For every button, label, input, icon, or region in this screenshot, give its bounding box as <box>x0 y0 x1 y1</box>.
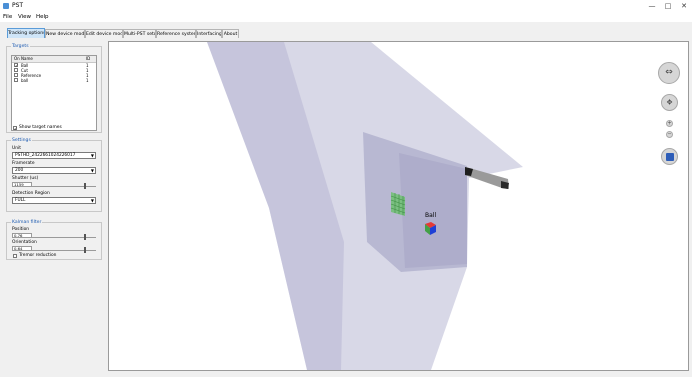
column-name[interactable]: Name <box>21 56 33 62</box>
title-bar: PST — □ ✕ <box>0 0 692 12</box>
targets-table-header: On Name ID <box>12 56 96 63</box>
detection-region-dropdown[interactable]: FULL ▼ <box>12 197 96 204</box>
target-id: 1 <box>86 78 89 83</box>
show-target-names-label: Show target names <box>19 125 62 130</box>
target-enabled-checkbox[interactable]: ✓ <box>14 63 18 68</box>
framerate-value: 200 <box>15 168 24 173</box>
target-enabled-checkbox[interactable] <box>14 78 18 82</box>
tab-multi-pst-setup[interactable]: Multi-PST setup <box>123 29 156 38</box>
position-slider[interactable]: 0.76 <box>12 233 96 240</box>
menu-file[interactable]: File <box>3 13 12 21</box>
rotate-view-button[interactable]: ⇔ <box>658 62 680 84</box>
menu-bar: File View Help <box>0 12 692 22</box>
show-target-names-checkbox[interactable]: ✓ <box>13 126 17 131</box>
table-row[interactable]: ball 1 <box>12 78 96 83</box>
shutter-value[interactable]: 1159 <box>12 182 32 187</box>
tab-edit-device-model[interactable]: Edit device model <box>85 29 123 38</box>
orientation-value[interactable]: 0.64 <box>12 246 32 251</box>
stop-button[interactable] <box>661 148 678 165</box>
chevron-down-icon: ▼ <box>90 168 94 173</box>
zoom-out-button[interactable]: − <box>666 131 673 138</box>
menu-view[interactable]: View <box>18 13 31 21</box>
column-on[interactable]: On <box>14 56 20 62</box>
app-icon <box>3 3 9 9</box>
unit-dropdown[interactable]: PSTHD_2422661024226017 ▼ <box>12 152 96 159</box>
close-button[interactable]: ✕ <box>678 1 690 11</box>
near-plane-inner <box>399 153 467 268</box>
framerate-dropdown[interactable]: 200 ▼ <box>12 167 96 174</box>
detection-region-value: FULL <box>15 198 26 203</box>
chevron-down-icon: ▼ <box>90 198 94 203</box>
position-value[interactable]: 0.76 <box>12 233 32 238</box>
zoom-in-icon: + <box>667 120 672 126</box>
viewport-scene <box>207 42 523 370</box>
tremor-reduction-checkbox[interactable] <box>13 254 17 258</box>
shutter-slider[interactable]: 1159 <box>12 182 96 189</box>
rotate-icon: ⇔ <box>665 67 673 78</box>
slider-thumb[interactable] <box>84 247 87 253</box>
targets-group: Targets On Name ID ✓ Ball 1 Cut 1 Refere… <box>6 43 102 133</box>
column-id[interactable]: ID <box>86 56 90 62</box>
tremor-reduction-label: Tremor reduction <box>19 253 57 258</box>
unit-value: PSTHD_2422661024226017 <box>15 153 76 158</box>
restore-button[interactable]: □ <box>662 1 674 11</box>
tab-reference-system[interactable]: Reference system <box>156 29 196 38</box>
tab-tracking-options[interactable]: Tracking options <box>7 28 45 38</box>
tab-new-device-model[interactable]: New device model <box>45 29 85 38</box>
3d-viewport[interactable]: Ball ⇔ ✥ + − <box>108 41 689 371</box>
zoom-in-button[interactable]: + <box>666 120 673 127</box>
target-enabled-checkbox[interactable] <box>14 68 18 72</box>
kalman-filter-group: Kalman filter Position 0.76 Orientation … <box>6 219 102 260</box>
minimize-button[interactable]: — <box>646 1 658 11</box>
targets-group-title: Targets <box>11 43 30 50</box>
stop-icon <box>666 153 674 161</box>
zoom-out-icon: − <box>667 131 672 137</box>
orientation-slider[interactable]: 0.64 <box>12 246 96 253</box>
kalman-filter-group-title: Kalman filter <box>11 219 43 226</box>
chevron-down-icon: ▼ <box>90 153 94 158</box>
settings-group-title: Settings <box>11 137 32 144</box>
tab-strip: Tracking options New device model Edit d… <box>0 26 692 38</box>
settings-group: Settings Unit PSTHD_2422661024226017 ▼ F… <box>6 137 102 212</box>
menu-help[interactable]: Help <box>36 13 49 21</box>
target-name: ball <box>21 78 29 83</box>
window-title: PST <box>12 2 24 9</box>
tab-interfacing[interactable]: Interfacing <box>196 29 222 38</box>
targets-table: On Name ID ✓ Ball 1 Cut 1 Reference 1 ba… <box>11 55 97 131</box>
tab-about[interactable]: About <box>222 29 239 38</box>
target-enabled-checkbox[interactable] <box>14 73 18 77</box>
pan-icon: ✥ <box>666 98 673 106</box>
slider-thumb[interactable] <box>84 234 87 240</box>
slider-thumb[interactable] <box>84 183 87 189</box>
pan-view-button[interactable]: ✥ <box>661 94 678 111</box>
target-name-label: Ball <box>425 212 437 219</box>
